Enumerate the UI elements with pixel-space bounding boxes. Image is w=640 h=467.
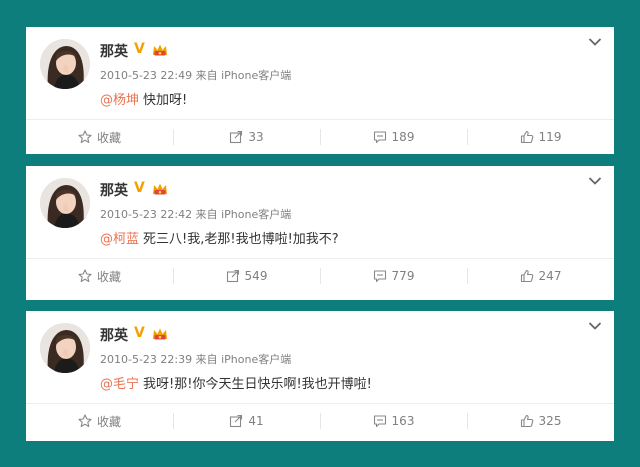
author-name[interactable]: 那英: [100, 41, 128, 61]
chevron-down-icon[interactable]: [588, 37, 602, 47]
mention-link[interactable]: @杨坤: [100, 93, 139, 108]
action-bar: 收藏 41 163 325: [26, 404, 614, 438]
like-count: 325: [538, 414, 562, 428]
star-icon: [78, 130, 92, 144]
post-text: 快加呀!: [143, 93, 188, 108]
post-source: 来自 iPhone客户端: [195, 353, 292, 366]
favorite-button[interactable]: 收藏: [26, 120, 173, 154]
author-name[interactable]: 那英: [100, 180, 128, 200]
avatar[interactable]: [40, 178, 90, 228]
post-content: @柯蓝 死三八!我,老那!我也博啦!加我不?: [100, 228, 339, 247]
repost-icon: [226, 269, 239, 283]
crown-badge-icon: [153, 183, 167, 195]
post-timestamp[interactable]: 2010-5-23 22:49: [100, 69, 192, 82]
post-source: 来自 iPhone客户端: [195, 69, 292, 82]
mention-link[interactable]: @柯蓝: [100, 232, 139, 247]
like-count: 119: [538, 130, 562, 144]
weibo-post-card: 那英 V 2010-5-23 22:39 来自 iPhone客户端 @毛宁 我呀!…: [26, 311, 614, 441]
star-icon: [78, 269, 92, 283]
like-button[interactable]: 119: [467, 120, 614, 154]
post-text: 死三八!我,老那!我也博啦!加我不?: [143, 232, 339, 247]
repost-button[interactable]: 549: [173, 259, 320, 293]
comment-button[interactable]: 189: [320, 120, 467, 154]
comment-button[interactable]: 163: [320, 404, 467, 438]
post-meta: 2010-5-23 22:39 来自 iPhone客户端: [100, 351, 291, 367]
avatar[interactable]: [40, 39, 90, 89]
vip-v-icon: V: [134, 41, 145, 57]
repost-count: 41: [248, 414, 264, 428]
thumbs-up-icon: [520, 130, 533, 144]
repost-count: 33: [248, 130, 264, 144]
favorite-label: 收藏: [96, 269, 121, 284]
post-timestamp[interactable]: 2010-5-23 22:39: [100, 353, 192, 366]
post-meta: 2010-5-23 22:42 来自 iPhone客户端: [100, 206, 291, 222]
weibo-post-card: 那英 V 2010-5-23 22:42 来自 iPhone客户端 @柯蓝 死三八…: [26, 166, 614, 300]
author-name[interactable]: 那英: [100, 325, 128, 345]
comment-count: 189: [391, 130, 415, 144]
action-bar: 收藏 549 779 247: [26, 259, 614, 293]
comment-count: 163: [391, 414, 415, 428]
post-meta: 2010-5-23 22:49 来自 iPhone客户端: [100, 67, 291, 83]
repost-count: 549: [244, 269, 268, 283]
repost-button[interactable]: 41: [173, 404, 320, 438]
weibo-post-card: 那英 V 2010-5-23 22:49 来自 iPhone客户端 @杨坤 快加呀…: [26, 27, 614, 154]
crown-badge-icon: [153, 44, 167, 56]
chevron-down-icon[interactable]: [588, 321, 602, 331]
comment-icon: [373, 131, 386, 144]
post-text: 我呀!那!你今天生日快乐啊!我也开博啦!: [143, 377, 372, 392]
post-content: @毛宁 我呀!那!你今天生日快乐啊!我也开博啦!: [100, 373, 372, 392]
repost-button[interactable]: 33: [173, 120, 320, 154]
comment-button[interactable]: 779: [320, 259, 467, 293]
post-content: @杨坤 快加呀!: [100, 89, 187, 108]
post-timestamp[interactable]: 2010-5-23 22:42: [100, 208, 192, 221]
comment-icon: [373, 415, 386, 428]
favorite-button[interactable]: 收藏: [26, 404, 173, 438]
like-count: 247: [538, 269, 562, 283]
comment-count: 779: [391, 269, 415, 283]
repost-icon: [230, 414, 243, 428]
favorite-label: 收藏: [96, 414, 121, 429]
post-source: 来自 iPhone客户端: [195, 208, 292, 221]
repost-icon: [230, 130, 243, 144]
favorite-button[interactable]: 收藏: [26, 259, 173, 293]
crown-badge-icon: [153, 328, 167, 340]
mention-link[interactable]: @毛宁: [100, 377, 139, 392]
comment-icon: [373, 270, 386, 283]
avatar[interactable]: [40, 323, 90, 373]
vip-v-icon: V: [134, 180, 145, 196]
star-icon: [78, 414, 92, 428]
thumbs-up-icon: [520, 269, 533, 283]
thumbs-up-icon: [520, 414, 533, 428]
vip-v-icon: V: [134, 325, 145, 341]
action-bar: 收藏 33 189 119: [26, 120, 614, 154]
chevron-down-icon[interactable]: [588, 176, 602, 186]
favorite-label: 收藏: [96, 130, 121, 145]
like-button[interactable]: 325: [467, 404, 614, 438]
like-button[interactable]: 247: [467, 259, 614, 293]
